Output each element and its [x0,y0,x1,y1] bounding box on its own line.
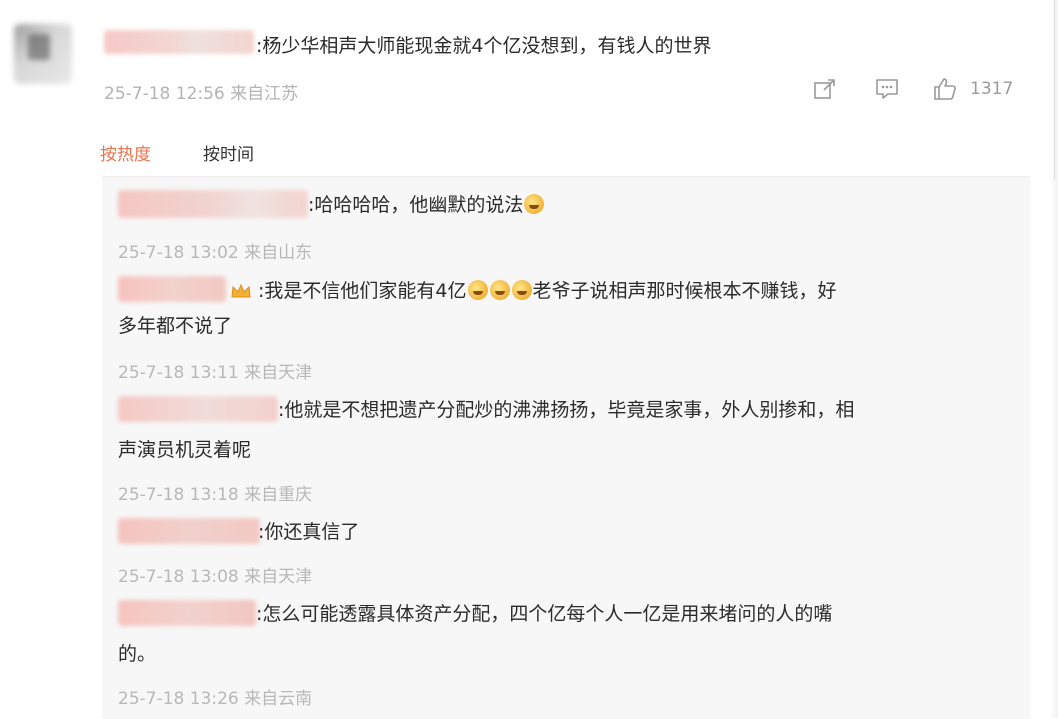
laughing-emoji-icon [489,280,510,300]
reply-text-continued: 声演员机灵着呢 [118,439,252,461]
reply-text: :怎么可能透露具体资产分配，四个亿每个人一亿是用来堵问的人的嘴 [256,603,833,625]
comment-text: :杨少华相声大师能现金就4个亿没想到，有钱人的世界 [256,35,712,57]
like-count: 1317 [970,79,1014,99]
weibo-comment-screenshot: :杨少华相声大师能现金就4个亿没想到，有钱人的世界 25-7-18 12:56 … [0,0,1058,719]
crown-icon [231,283,251,298]
comment-meta: 25-7-18 12:56 来自江苏 [104,84,299,104]
reply-text-segment: :我是不信他们家能有4亿 [258,280,467,302]
reply-text: :他就是不想把遗产分配炒的沸沸扬扬，毕竟是家事，外人别掺和，相 [278,399,855,421]
reply-text-segment: 老爷子说相声那时候根本不赚钱，好 [532,280,837,302]
tab-sort-by-time[interactable]: 按时间 [203,140,254,165]
reply-username-blurred[interactable] [118,276,226,302]
reply-username-blurred[interactable] [118,396,278,422]
reply-text: :哈哈哈哈，他幽默的说法 [308,185,545,225]
share-icon[interactable] [812,76,838,102]
reply-text-segment: :哈哈哈哈，他幽默的说法 [308,194,524,216]
like-icon[interactable] [932,76,958,102]
reply-username-blurred[interactable] [118,600,256,626]
reply-username-blurred[interactable] [118,190,308,218]
tab-sort-by-hot[interactable]: 按热度 [100,140,151,165]
laughing-emoji-icon [467,280,488,300]
reply-text-continued: 的。 [118,643,157,665]
reply-username-blurred[interactable] [118,518,260,544]
laughing-emoji-icon [511,280,532,300]
reply-text: :我是不信他们家能有4亿 老爷子说相声那时候根本不赚钱，好 [258,271,837,311]
username-blurred[interactable] [104,30,254,54]
reply-meta: 25-7-18 13:18 来自重庆 [118,485,313,505]
right-edge-divider [1054,0,1055,180]
avatar[interactable] [14,24,72,84]
reply-text: :你还真信了 [258,521,360,543]
reply-meta: 25-7-18 13:11 来自天津 [118,363,313,383]
reply-meta: 25-7-18 13:02 来自山东 [118,243,313,263]
comment-icon[interactable] [874,76,900,102]
laughing-emoji-icon [524,194,545,214]
reply-meta: 25-7-18 13:26 来自云南 [118,689,313,709]
reply-meta: 25-7-18 13:08 来自天津 [118,567,313,587]
reply-text-continued: 多年都不说了 [118,315,233,337]
